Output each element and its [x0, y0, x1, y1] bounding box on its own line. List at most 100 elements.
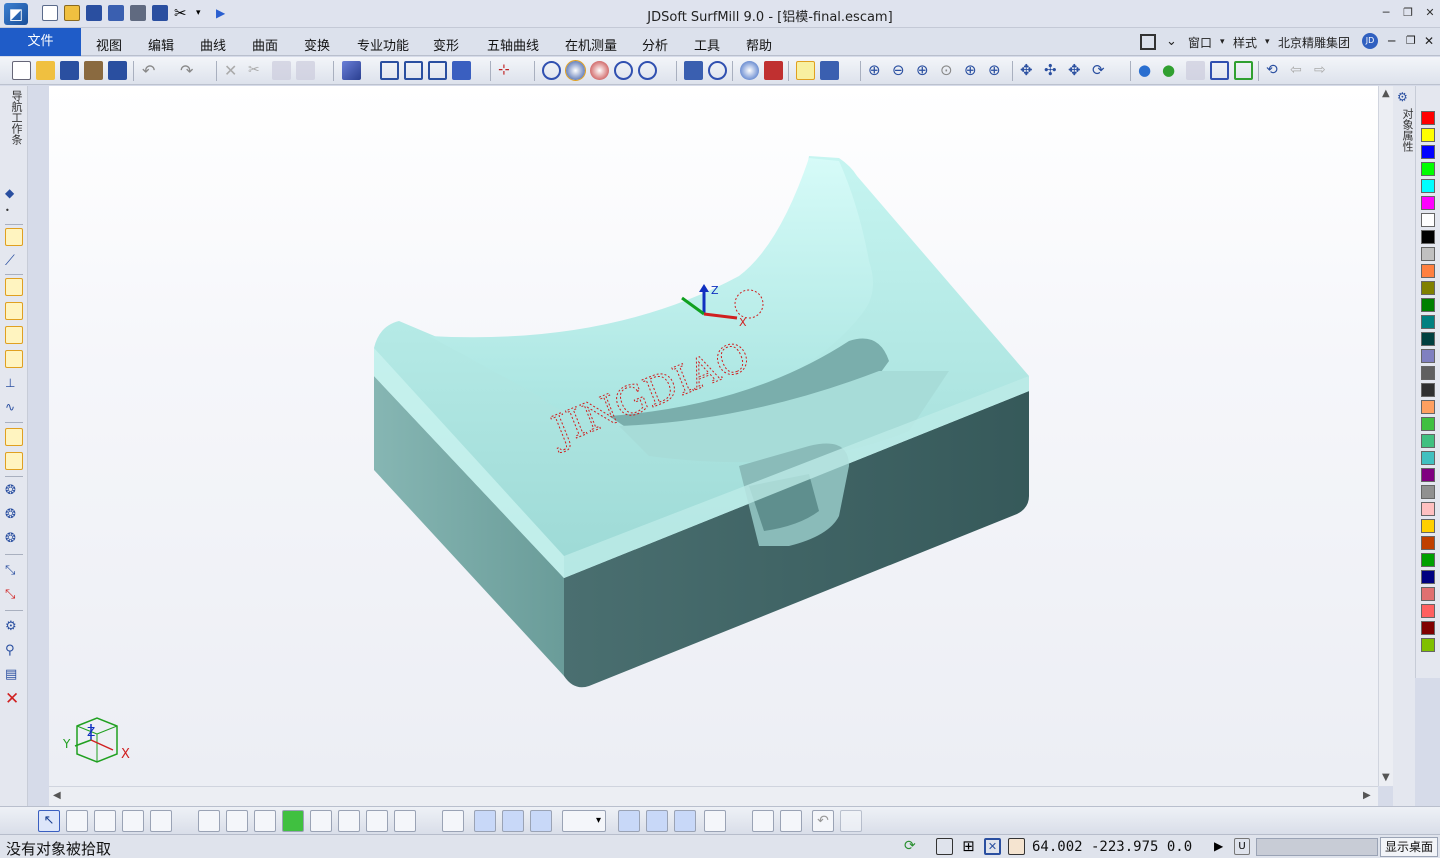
undo-icon[interactable]: ↶	[142, 61, 161, 80]
box-green-icon[interactable]	[1234, 61, 1253, 80]
scroll-up-icon[interactable]: ▲	[1382, 88, 1390, 99]
grid-snap-icon[interactable]	[5, 428, 23, 446]
color-swatch[interactable]	[1421, 179, 1435, 193]
pan-icon[interactable]: ✥	[1020, 61, 1039, 80]
zoom-dynamic-icon[interactable]: ⊕	[988, 61, 1007, 80]
view-box-icon[interactable]	[618, 810, 640, 832]
scroll-down-icon[interactable]: ▼	[1382, 772, 1390, 783]
wireframe-shade-icon[interactable]	[542, 61, 561, 80]
render-mode-icon[interactable]	[638, 61, 657, 80]
zoom-all-icon[interactable]: ⊕	[964, 61, 983, 80]
filter-solid-icon[interactable]	[530, 810, 552, 832]
graph-tool-icon[interactable]	[5, 452, 23, 470]
scissors-icon[interactable]: ✂	[174, 5, 190, 21]
save-all-icon[interactable]	[108, 61, 127, 80]
snap-all-icon[interactable]	[394, 810, 416, 832]
redo-icon[interactable]: ↷	[180, 61, 199, 80]
menu-edit[interactable]: 编辑	[148, 35, 174, 54]
surface-edit-icon[interactable]: ❂	[5, 506, 23, 524]
workplane-icon[interactable]	[752, 810, 774, 832]
style-dropdown-arrow-icon[interactable]: ▾	[1220, 37, 1225, 47]
coordinate-icon[interactable]: ⊹	[498, 61, 517, 80]
save-as-icon[interactable]	[108, 5, 124, 21]
undo-select-icon[interactable]: ↶	[812, 810, 834, 832]
color-swatch[interactable]	[1421, 332, 1435, 346]
play-icon[interactable]: ▶	[1214, 838, 1231, 855]
doc-minimize-icon[interactable]: ─	[1388, 34, 1395, 48]
menu-deform[interactable]: 变形	[433, 35, 459, 54]
snap-icon[interactable]	[796, 61, 815, 80]
point-tool-icon[interactable]: ◆	[5, 184, 23, 202]
pick-tool-icon[interactable]: ⤡	[5, 562, 23, 580]
view-grid-icon[interactable]	[704, 810, 726, 832]
color-swatch[interactable]	[1421, 298, 1435, 312]
filter-dropdown[interactable]: ▾	[562, 810, 606, 832]
arc-tool-icon[interactable]	[5, 350, 23, 368]
color-swatch[interactable]	[1421, 485, 1435, 499]
layout-icon[interactable]	[936, 838, 953, 855]
color-swatch[interactable]	[1421, 621, 1435, 635]
doc-close-icon[interactable]: ✕	[1424, 34, 1434, 48]
rotate-icon[interactable]: ✣	[1044, 61, 1063, 80]
surface-trim-icon[interactable]: ❂	[5, 530, 23, 548]
axis-view-icon[interactable]	[452, 61, 471, 80]
zoom-window-icon[interactable]: ⊕	[868, 61, 887, 80]
select-chain-icon[interactable]	[94, 810, 116, 832]
print-icon[interactable]	[130, 5, 146, 21]
color-swatch[interactable]	[1421, 281, 1435, 295]
user-avatar[interactable]: JD	[1362, 33, 1378, 49]
fullscreen-icon[interactable]	[1140, 34, 1156, 50]
color-swatch[interactable]	[1421, 230, 1435, 244]
top-view-icon[interactable]	[404, 61, 423, 80]
select-curve-icon[interactable]	[122, 810, 144, 832]
light-icon[interactable]: ●	[1138, 61, 1157, 80]
delete-icon[interactable]: ✕	[224, 61, 243, 80]
color-swatch[interactable]	[1421, 128, 1435, 142]
snap-curve-icon[interactable]	[226, 810, 248, 832]
properties-panel-tab[interactable]: ⚙ 对象属性	[1393, 86, 1415, 806]
run-icon[interactable]: ▶	[216, 5, 232, 21]
angle-tool-icon[interactable]: ⊥	[5, 374, 23, 392]
pick-cancel-icon[interactable]: ⤡	[5, 586, 23, 604]
navigation-panel-tab[interactable]: 导航工作条	[0, 86, 28, 172]
style-menu[interactable]: 样式	[1233, 34, 1257, 51]
show-desktop-button[interactable]: 显示桌面	[1380, 837, 1438, 857]
zoom-in-icon[interactable]: ⊕	[916, 61, 935, 80]
paste-icon[interactable]	[296, 61, 315, 80]
jdsoft-logo-icon[interactable]: ◩	[4, 3, 28, 25]
color-swatch[interactable]	[1421, 604, 1435, 618]
close-icon[interactable]: ✕	[1420, 5, 1440, 21]
refresh-icon[interactable]: ⟲	[1266, 61, 1285, 80]
doc-restore-icon[interactable]: ❐	[1406, 34, 1416, 47]
workplane-copy-icon[interactable]	[780, 810, 802, 832]
front-view-icon[interactable]	[380, 61, 399, 80]
color-swatch[interactable]	[1421, 502, 1435, 516]
menu-onmachine-measure[interactable]: 在机测量	[565, 35, 617, 54]
snap-green-icon[interactable]	[366, 810, 388, 832]
minimize-icon[interactable]: ─	[1376, 5, 1396, 21]
scroll-right-icon[interactable]: ▶	[1363, 790, 1371, 801]
layer-icon[interactable]	[684, 61, 703, 80]
link-tool-icon[interactable]: ⚲	[5, 642, 23, 660]
light-green-icon[interactable]: ●	[1162, 61, 1181, 80]
color-swatch[interactable]	[1421, 638, 1435, 652]
back-icon[interactable]: ⇦	[1290, 61, 1309, 80]
vertical-scrollbar[interactable]: ▲ ▼	[1378, 86, 1393, 786]
shaded-icon[interactable]	[565, 60, 586, 81]
snap-point-icon[interactable]	[198, 810, 220, 832]
filter-icon[interactable]	[442, 810, 464, 832]
color-swatch[interactable]	[1421, 264, 1435, 278]
sphere-icon[interactable]	[708, 61, 727, 80]
view-layer-icon[interactable]	[646, 810, 668, 832]
tangent-line-icon[interactable]: ⟋	[5, 252, 23, 270]
menu-five-axis-curve[interactable]: 五轴曲线	[487, 35, 539, 54]
save-icon[interactable]	[86, 5, 102, 21]
new-file-icon[interactable]	[42, 5, 58, 21]
menu-professional[interactable]: 专业功能	[357, 35, 409, 54]
material-icon[interactable]	[740, 61, 759, 80]
color-swatch[interactable]	[1421, 553, 1435, 567]
color-swatch[interactable]	[1421, 468, 1435, 482]
horizontal-scrollbar[interactable]: ◀ ▶	[49, 786, 1378, 806]
color-swatch[interactable]	[1421, 196, 1435, 210]
color-swatch[interactable]	[1421, 383, 1435, 397]
